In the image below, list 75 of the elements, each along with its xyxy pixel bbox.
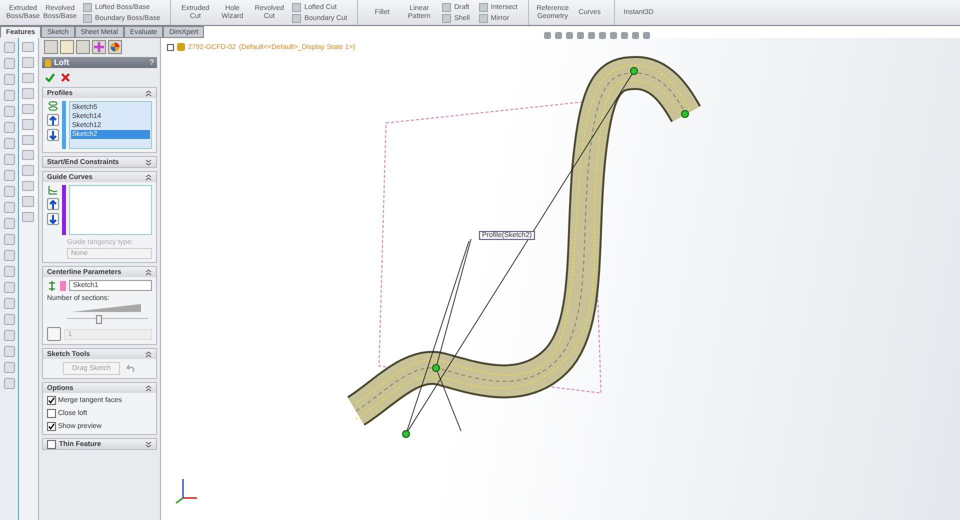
appearance-tab-icon[interactable] [108,40,122,54]
collapse-chevron-icon[interactable] [145,384,152,392]
checkmark-icon [48,423,55,430]
selection-color-bar [62,101,66,149]
toolbar-icon[interactable] [4,186,14,197]
move-down-button[interactable] [47,129,59,141]
toolbar-icon[interactable] [4,266,14,277]
collapse-chevron-icon[interactable] [145,268,152,276]
collapse-chevron-icon[interactable] [145,90,152,96]
configuration-tab-icon[interactable] [76,40,90,54]
axis-triad-icon [176,479,197,504]
toolbar-icon[interactable] [4,250,14,261]
selection-color-bar [60,280,66,290]
toolbar-icon[interactable] [22,104,34,114]
control-point[interactable] [681,110,689,118]
loft-icon [45,58,51,66]
toolbar-icon[interactable] [4,234,14,245]
toolbar-icon[interactable] [4,106,14,117]
ramp-icon [71,304,141,312]
toolbar-icon[interactable] [4,90,14,101]
toolbar-icon[interactable] [4,154,14,165]
control-point[interactable] [630,67,638,75]
toolbar-icon[interactable] [22,180,34,192]
undo-icon[interactable] [126,364,136,373]
toolbar-icon[interactable] [4,346,14,357]
property-tab-icon[interactable] [60,40,74,54]
toolbar-icon[interactable] [4,170,14,181]
control-point[interactable] [432,364,440,372]
toolbar-icon[interactable] [22,212,34,222]
toolbar-icon[interactable] [4,298,14,309]
toolbar-icon[interactable] [4,58,14,69]
toolbar-icon[interactable] [4,378,14,389]
move-down-button[interactable] [47,213,59,225]
panel-title: Loft [54,58,70,67]
collapse-chevron-icon[interactable] [145,350,152,358]
toolbar-icon[interactable] [22,57,34,68]
selection-color-bar [62,185,66,235]
expand-icon[interactable] [167,44,174,50]
ok-checkmark-icon[interactable] [45,73,55,82]
toolbar-icon[interactable] [4,218,14,229]
toolbar-icon[interactable] [4,202,14,213]
toolbar-icon[interactable] [4,122,14,133]
toolbar-icon[interactable] [22,196,34,207]
guide-curve-icon [48,185,58,195]
toolbar-icon[interactable] [22,72,34,84]
help-button[interactable]: ? [150,58,154,67]
toolbar-icon[interactable] [4,314,14,325]
expand-chevron-icon[interactable] [145,158,152,166]
move-up-button[interactable] [47,198,59,210]
toolbar-icon[interactable] [22,119,34,130]
toolbar-icon[interactable] [22,134,34,145]
toolbar-icon[interactable] [4,362,14,373]
profile-icon [48,101,58,111]
control-point[interactable] [402,430,410,438]
toolbar-icon[interactable] [22,150,34,160]
crosshair-tab-icon[interactable] [92,40,106,54]
toolbar-icon[interactable] [22,88,34,99]
toolbar-icon[interactable] [4,330,14,341]
sections-slider[interactable] [67,315,148,323]
centerline-icon [47,280,57,290]
cancel-icon[interactable] [61,73,70,82]
expand-chevron-icon[interactable] [145,440,152,448]
toolbar-icon[interactable] [4,138,14,149]
preview-sections-icon[interactable] [47,327,61,341]
collapse-chevron-icon[interactable] [145,174,152,180]
feature-tree-tab-icon[interactable] [44,40,58,54]
move-up-button[interactable] [47,114,59,126]
toolbar-icon[interactable] [4,42,14,53]
toolbar-icon[interactable] [4,74,14,85]
checkmark-icon [48,397,55,404]
toolbar-icon[interactable] [4,282,14,293]
toolbar-icon[interactable] [22,42,34,52]
part-icon [177,43,185,51]
toolbar-icon[interactable] [22,165,34,176]
checkbox[interactable] [47,440,56,448]
